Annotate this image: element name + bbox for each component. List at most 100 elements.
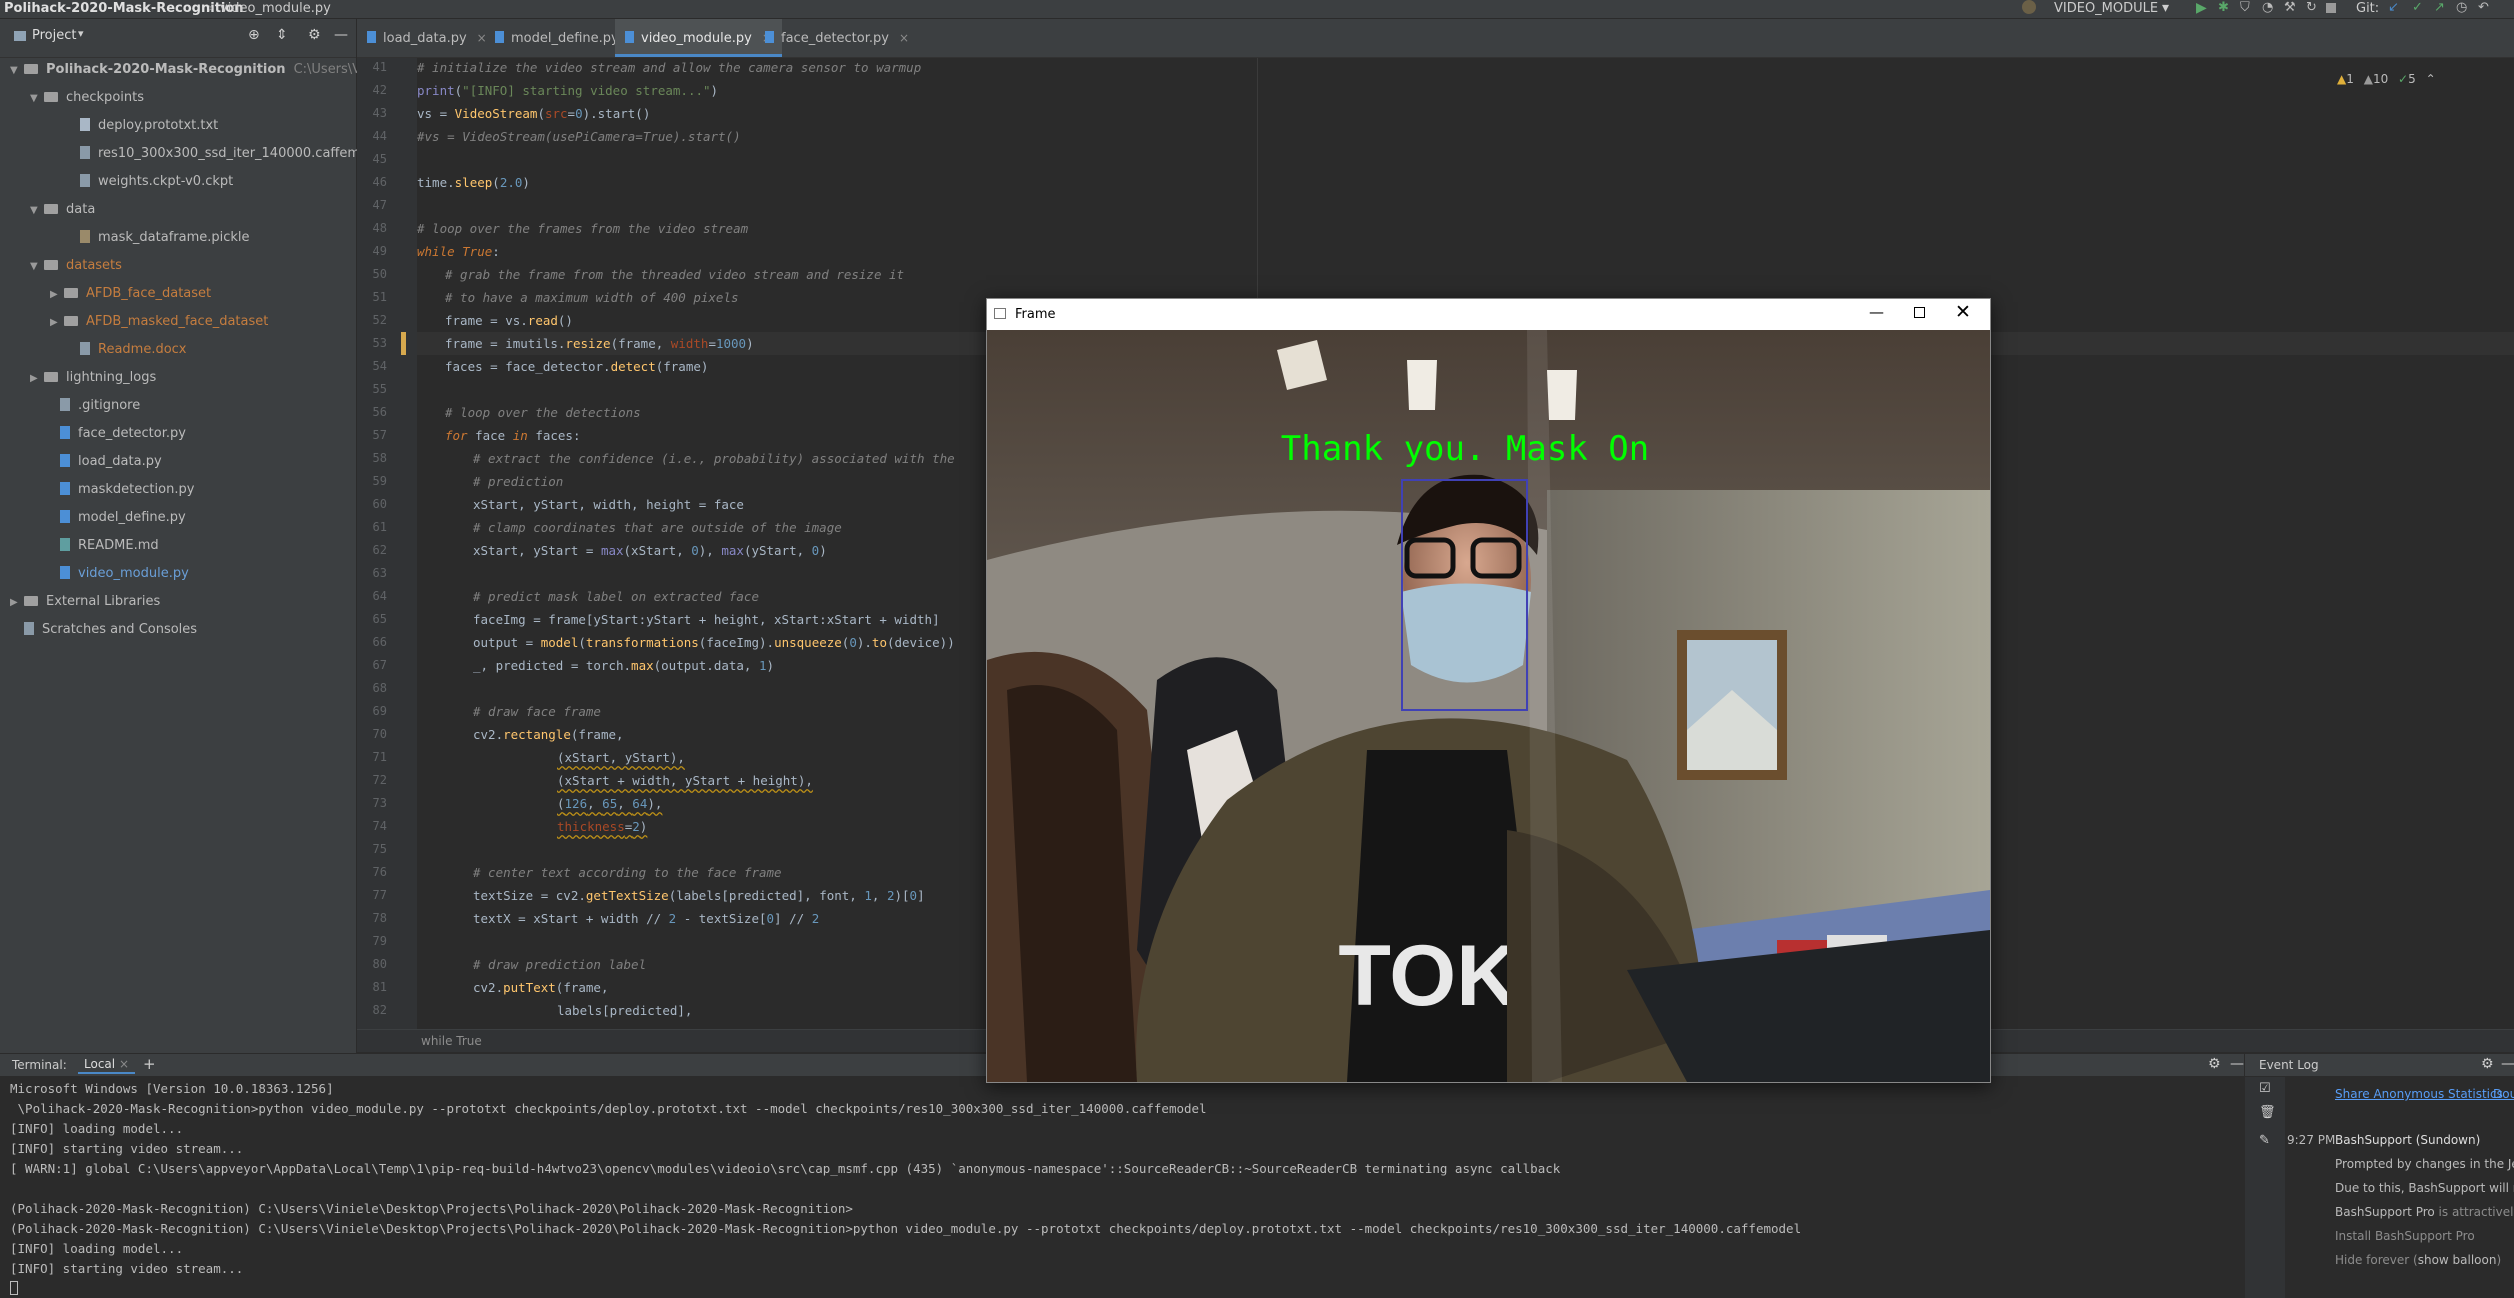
terminal-line: Microsoft Windows [Version 10.0.18363.12… [10, 1081, 334, 1096]
run-icon[interactable]: ▶ [2196, 0, 2207, 16]
chevron-right-icon[interactable]: ▶ [30, 367, 44, 391]
tab-load-data-py[interactable]: load_data.py × [357, 19, 497, 57]
tree-file[interactable]: face_detector.py [30, 422, 186, 446]
file-icon [60, 454, 70, 467]
project-view-select[interactable]: Project [32, 28, 76, 43]
chevron-right-icon[interactable]: ▶ [50, 283, 64, 307]
rerun-icon[interactable]: ↻ [2306, 0, 2317, 15]
frame-title-bar[interactable]: Frame — ✕ [987, 299, 1990, 329]
tree-folder[interactable]: ▼ data [30, 198, 95, 222]
line-number: 58 [372, 451, 387, 465]
line-number: 62 [372, 543, 387, 557]
stop-icon[interactable] [2326, 3, 2336, 13]
chevron-right-icon[interactable]: ▶ [50, 311, 64, 335]
collapse-all-icon[interactable]: ⇕ [276, 27, 288, 43]
breadcrumb-file[interactable]: video_module.py [220, 1, 331, 16]
tree-file[interactable]: .gitignore [30, 394, 140, 418]
tree-folder[interactable]: ▼ checkpoints [30, 86, 144, 110]
hide-forever-link[interactable]: Hide forever (show balloon) [2335, 1253, 2501, 1267]
chevron-up-icon[interactable]: ⌃ [2426, 72, 2436, 86]
python-file-icon [765, 31, 774, 43]
tree-file[interactable]: deploy.prototxt.txt [50, 114, 218, 138]
tree-file[interactable]: README.md [30, 534, 159, 558]
run-config-select[interactable]: VIDEO_MODULE [2054, 1, 2158, 16]
folder-icon [44, 204, 58, 214]
tree-file[interactable]: res10_300x300_ssd_iter_140000.caffemodel [50, 142, 388, 166]
frame-window[interactable]: Frame — ✕ TOKY Thank you. Mask On [986, 298, 1991, 1083]
chevron-down-icon[interactable]: ▾ [78, 27, 84, 40]
tree-item-label: video_module.py [78, 566, 189, 581]
gear-icon[interactable]: ⚙ [2208, 1056, 2221, 1072]
minimize-icon[interactable]: — [1869, 303, 1884, 321]
code-line: faceImg = frame[yStart:yStart + height, … [473, 612, 940, 627]
git-history-icon[interactable]: ◷ [2456, 0, 2467, 15]
new-terminal-button[interactable]: + [143, 1055, 156, 1073]
terminal-cursor [10, 1281, 18, 1295]
event-log-header: Event Log ⚙ — [2245, 1054, 2514, 1077]
maximize-icon[interactable] [1914, 307, 1925, 318]
mark-read-icon[interactable]: ☑ [2259, 1081, 2271, 1096]
tree-file[interactable]: load_data.py [30, 450, 162, 474]
tree-folder[interactable]: ▶ lightning_logs [30, 366, 156, 390]
install-link[interactable]: Install BashSupport Pro [2335, 1229, 2475, 1243]
tree-folder[interactable]: ▶ AFDB_face_dataset [50, 282, 211, 306]
inspection-widget[interactable]: ▲1 ▲10 ✓5 ⌃ [2337, 72, 2436, 86]
git-commit-icon[interactable]: ✓ [2412, 0, 2423, 15]
tree-item-label: deploy.prototxt.txt [98, 118, 219, 133]
line-number: 56 [372, 405, 387, 419]
dropdown-icon[interactable]: ▾ [2162, 0, 2169, 16]
warning-icon: ▲ [2337, 72, 2347, 86]
terminal-output[interactable]: Microsoft Windows [Version 10.0.18363.12… [0, 1077, 2244, 1298]
chevron-down-icon[interactable]: ▼ [30, 87, 44, 111]
line-number: 82 [372, 1003, 387, 1017]
close-icon[interactable]: × [899, 31, 909, 45]
line-number: 68 [372, 681, 387, 695]
chevron-down-icon[interactable]: ▼ [10, 59, 24, 83]
tree-file[interactable]: weights.ckpt-v0.ckpt [50, 170, 233, 194]
hide-panel-icon[interactable]: — [2230, 1056, 2244, 1072]
code-breadcrumb[interactable]: while True [421, 1034, 482, 1048]
wrench-icon[interactable]: ✎ [2259, 1133, 2270, 1148]
frame-title: Frame [1015, 307, 1056, 322]
tree-file[interactable]: Scratches and Consoles [10, 618, 197, 642]
tree-folder[interactable]: ▶ External Libraries [10, 590, 160, 614]
locate-file-icon[interactable]: ⊕ [248, 27, 260, 43]
gear-icon[interactable]: ⚙ [308, 27, 321, 43]
tab-face-detector-py[interactable]: face_detector.py × [755, 19, 919, 57]
terminal-tab-local[interactable]: Local × [78, 1056, 135, 1074]
git-rollback-icon[interactable]: ↶ [2478, 0, 2489, 15]
build-icon[interactable]: ⚒ [2284, 0, 2296, 15]
line-number: 42 [372, 83, 387, 97]
tree-file[interactable]: model_define.py [30, 506, 186, 530]
tree-folder[interactable]: ▶ AFDB_masked_face_dataset [50, 310, 268, 334]
debug-icon[interactable]: ✱ [2218, 0, 2229, 15]
share-statistics-link[interactable]: Share Anonymous Statistics [2335, 1087, 2503, 1101]
trash-icon[interactable]: 🗑 [2259, 1105, 2276, 1120]
share-statistics-link-2[interactable]: Dou [2493, 1087, 2514, 1101]
folder-icon [44, 92, 58, 102]
project-tree: ▼Polihack-2020-Mask-RecognitionC:\Users\… [0, 58, 438, 1053]
chevron-right-icon[interactable]: ▶ [10, 591, 24, 615]
close-icon[interactable]: × [119, 1057, 129, 1071]
show-balloon-link[interactable]: show balloon [2418, 1253, 2497, 1267]
close-icon[interactable]: ✕ [1955, 301, 1971, 323]
git-push-icon[interactable]: ↗ [2434, 0, 2445, 15]
tab-label: model_define.py [511, 31, 619, 46]
chevron-down-icon[interactable]: ▼ [30, 199, 44, 223]
code-line: print("[INFO] starting video stream...") [417, 83, 719, 98]
chevron-down-icon[interactable]: ▼ [30, 255, 44, 279]
tree-file[interactable]: video_module.py [30, 562, 189, 586]
gear-icon[interactable]: ⚙ [2481, 1056, 2494, 1072]
tree-file[interactable]: Readme.docx [50, 338, 187, 362]
tree-file[interactable]: mask_dataframe.pickle [50, 226, 250, 250]
git-update-icon[interactable]: ↙ [2388, 0, 2399, 15]
hide-panel-icon[interactable]: — [334, 27, 348, 43]
hide-panel-icon[interactable]: — [2501, 1056, 2514, 1072]
coverage-icon[interactable]: ⛉ [2240, 0, 2250, 15]
profile-icon[interactable]: ◔ [2262, 0, 2273, 15]
tree-item-label: README.md [78, 538, 159, 553]
code-line: # to have a maximum width of 400 pixels [445, 290, 739, 305]
line-number: 48 [372, 221, 387, 235]
tree-folder[interactable]: ▼ datasets [30, 254, 122, 278]
tree-file[interactable]: maskdetection.py [30, 478, 194, 502]
